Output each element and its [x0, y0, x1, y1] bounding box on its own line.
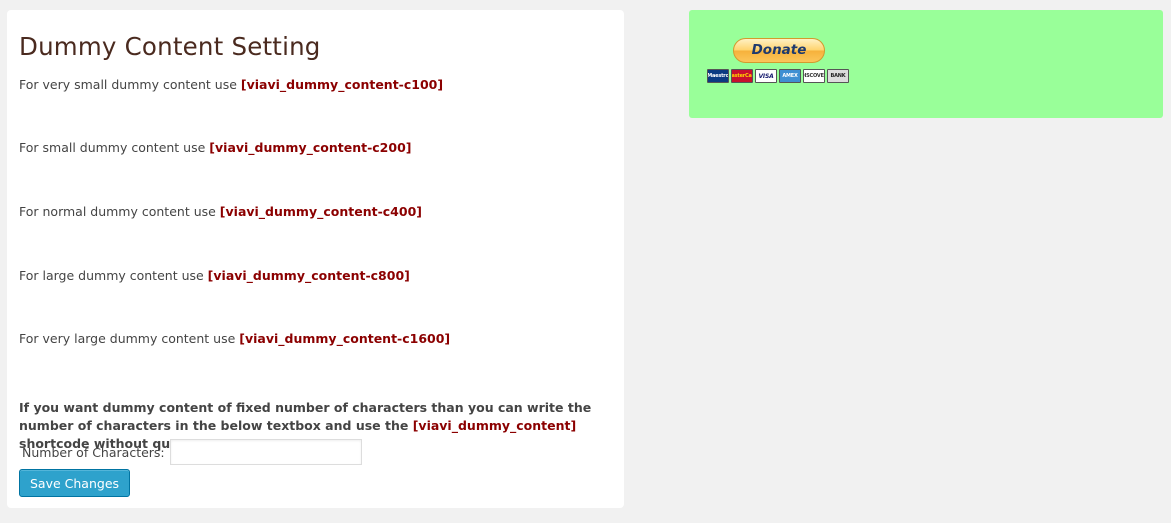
- usage-line-large: For large dummy content use [viavi_dummy…: [19, 267, 410, 285]
- visa-icon: VISA: [755, 69, 777, 83]
- usage-text: For large dummy content use: [19, 268, 208, 283]
- usage-text: For very large dummy content use: [19, 331, 240, 346]
- shortcode: [viavi_dummy_content]: [412, 418, 577, 433]
- usage-line-very-large: For very large dummy content use [viavi_…: [19, 330, 450, 348]
- shortcode: [viavi_dummy_content-c400]: [219, 204, 422, 219]
- mastercard-icon: MasterCard: [731, 69, 753, 83]
- usage-text: For normal dummy content use: [19, 204, 220, 219]
- donate-button[interactable]: Donate: [733, 38, 825, 63]
- number-of-characters-row: Number of Characters:: [22, 439, 362, 465]
- save-changes-button[interactable]: Save Changes: [19, 469, 131, 497]
- shortcode: [viavi_dummy_content-c1600]: [239, 331, 451, 346]
- usage-line-very-small: For very small dummy content use [viavi_…: [19, 76, 443, 94]
- shortcode: [viavi_dummy_content-c800]: [207, 268, 410, 283]
- number-of-characters-input[interactable]: [169, 439, 362, 465]
- donate-panel: Donate Maestro MasterCard VISA AMEX DISC…: [689, 10, 1163, 118]
- usage-text: For very small dummy content use: [19, 77, 241, 92]
- amex-icon: AMEX: [779, 69, 801, 83]
- settings-panel: Dummy Content Setting For very small dum…: [7, 10, 624, 508]
- number-of-characters-label: Number of Characters:: [22, 444, 165, 460]
- shortcode: [viavi_dummy_content-c200]: [209, 140, 412, 155]
- payment-cards: Maestro MasterCard VISA AMEX DISCOVER BA…: [707, 69, 849, 83]
- usage-line-small: For small dummy content use [viavi_dummy…: [19, 139, 411, 157]
- page-title: Dummy Content Setting: [19, 32, 321, 61]
- shortcode: [viavi_dummy_content-c100]: [240, 77, 444, 92]
- discover-icon: DISCOVER: [803, 69, 825, 83]
- usage-line-normal: For normal dummy content use [viavi_dumm…: [19, 203, 422, 221]
- bank-icon: BANK: [827, 69, 849, 83]
- maestro-icon: Maestro: [707, 69, 729, 83]
- usage-text: For small dummy content use: [19, 140, 210, 155]
